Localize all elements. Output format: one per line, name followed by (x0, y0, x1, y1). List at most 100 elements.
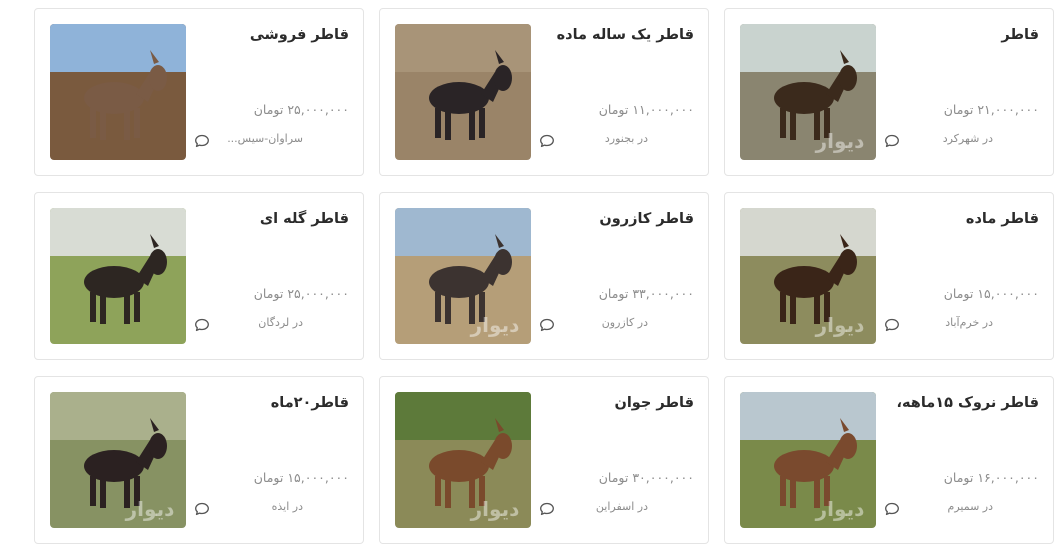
mule-leg (790, 478, 796, 508)
listing-location: در لردگان (258, 316, 303, 329)
listing-title[interactable]: قاطر یک ساله ماده (557, 27, 694, 43)
mule-leg (469, 110, 475, 140)
watermark: دیوار (125, 497, 175, 521)
listing-title[interactable]: قاطر ماده (966, 211, 1039, 227)
mule-leg (435, 108, 441, 138)
mule-leg (435, 476, 441, 506)
watermark: دیوار (815, 129, 865, 153)
mule-leg (90, 292, 96, 322)
mule-leg (479, 108, 485, 138)
chat-bubble-icon (194, 133, 210, 148)
listing-card[interactable]: قاطر کازرون ۳۳,۰۰۰,۰۰۰ تومان در کازرون د… (379, 192, 709, 360)
watermark: دیوار (815, 497, 865, 521)
listing-card[interactable]: قاطر فروشی ۲۵,۰۰۰,۰۰۰ تومان سراوان-سیس..… (34, 8, 364, 176)
mule-head (494, 65, 512, 91)
mule-leg (445, 294, 451, 324)
mule-leg (100, 294, 106, 324)
listing-location: در بجنورد (604, 132, 648, 145)
chat-bubble-icon (884, 133, 900, 148)
listing-title[interactable]: قاطر۲۰ماه (271, 395, 349, 411)
mule-leg (780, 292, 786, 322)
listing-title[interactable]: قاطر گله ای (260, 211, 349, 227)
listing-card[interactable]: قاطر گله ای ۲۵,۰۰۰,۰۰۰ تومان در لردگان (34, 192, 364, 360)
mule-leg (90, 476, 96, 506)
listing-price: ۳۰,۰۰۰,۰۰۰ تومان (598, 470, 694, 485)
listing-location: سراوان-سیس... (227, 132, 303, 145)
chat-bubble-icon (194, 317, 210, 332)
mule-leg (134, 292, 140, 322)
mule-head (839, 65, 857, 91)
listing-image[interactable]: دیوار (395, 392, 531, 528)
listing-location: در سمیرم (947, 500, 993, 513)
listing-card[interactable]: قاطر یک ساله ماده ۱۱,۰۰۰,۰۰۰ تومان در بج… (379, 8, 709, 176)
mule-photo: دیوار (740, 208, 876, 344)
watermark: دیوار (815, 313, 865, 337)
mule-leg (100, 478, 106, 508)
listing-price: ۲۱,۰۰۰,۰۰۰ تومان (943, 102, 1039, 117)
listing-location: در اسفراین (595, 500, 648, 513)
listing-location: در شهرکرد (942, 132, 993, 145)
listing-price: ۱۱,۰۰۰,۰۰۰ تومان (598, 102, 694, 117)
mule-photo: دیوار (395, 208, 531, 344)
mule-head (149, 433, 167, 459)
listing-card[interactable]: قاطر ماده ۱۵,۰۰۰,۰۰۰ تومان در خرم‌آباد د… (724, 192, 1054, 360)
listing-card[interactable]: قاطر نروک ۱۵ماهه، ۱۶,۰۰۰,۰۰۰ تومان در سم… (724, 376, 1054, 544)
listing-image[interactable]: دیوار (740, 24, 876, 160)
chat-bubble-icon (539, 501, 555, 516)
watermark: دیوار (470, 497, 520, 521)
listing-price: ۱۶,۰۰۰,۰۰۰ تومان (943, 470, 1039, 485)
mule-leg (435, 292, 441, 322)
listing-image[interactable] (50, 208, 186, 344)
listing-image[interactable]: دیوار (740, 208, 876, 344)
mule-leg (124, 294, 130, 324)
mule-leg (445, 478, 451, 508)
mule-leg (100, 110, 106, 140)
mule-head (839, 249, 857, 275)
listing-price: ۲۵,۰۰۰,۰۰۰ تومان (253, 102, 349, 117)
listing-image[interactable]: دیوار (50, 392, 186, 528)
mule-head (839, 433, 857, 459)
watermark: دیوار (470, 313, 520, 337)
listing-card[interactable]: قاطر جوان ۳۰,۰۰۰,۰۰۰ تومان در اسفراین دی… (379, 376, 709, 544)
mule-photo: دیوار (50, 392, 186, 528)
listing-location: در ایذه (271, 500, 303, 513)
mule-leg (134, 108, 140, 138)
listing-image[interactable] (50, 24, 186, 160)
listing-title[interactable]: قاطر (1001, 27, 1039, 43)
listing-location: در خرم‌آباد (945, 316, 993, 329)
chat-bubble-icon (539, 317, 555, 332)
mule-photo: دیوار (740, 392, 876, 528)
mule-leg (780, 108, 786, 138)
mule-leg (124, 110, 130, 140)
mule-leg (790, 294, 796, 324)
listing-location: در کازرون (601, 316, 648, 329)
listing-card[interactable]: قاطر۲۰ماه ۱۵,۰۰۰,۰۰۰ تومان در ایذه دیوار (34, 376, 364, 544)
listing-image[interactable]: دیوار (740, 392, 876, 528)
listing-card[interactable]: قاطر ۲۱,۰۰۰,۰۰۰ تومان در شهرکرد دیوار (724, 8, 1054, 176)
chat-bubble-icon (539, 133, 555, 148)
mule-photo: دیوار (740, 24, 876, 160)
listing-price: ۱۵,۰۰۰,۰۰۰ تومان (943, 286, 1039, 301)
mule-leg (445, 110, 451, 140)
mule-photo: دیوار (395, 392, 531, 528)
mule-photo (50, 208, 186, 344)
listing-title[interactable]: قاطر جوان (614, 395, 694, 411)
chat-bubble-icon (194, 501, 210, 516)
listing-image[interactable] (395, 24, 531, 160)
mule-head (494, 433, 512, 459)
chat-bubble-icon (884, 317, 900, 332)
listing-grid: قاطر ۲۱,۰۰۰,۰۰۰ تومان در شهرکرد دیوار قا… (0, 0, 1054, 548)
mule-leg (780, 476, 786, 506)
mule-head (494, 249, 512, 275)
listing-image[interactable]: دیوار (395, 208, 531, 344)
mule-head (149, 249, 167, 275)
chat-bubble-icon (884, 501, 900, 516)
mule-photo (395, 24, 531, 160)
mule-leg (790, 110, 796, 140)
listing-title[interactable]: قاطر نروک ۱۵ماهه، (896, 395, 1039, 411)
listing-title[interactable]: قاطر فروشی (250, 27, 349, 43)
listing-title[interactable]: قاطر کازرون (599, 211, 694, 227)
listing-price: ۱۵,۰۰۰,۰۰۰ تومان (253, 470, 349, 485)
mule-head (149, 65, 167, 91)
mule-leg (90, 108, 96, 138)
